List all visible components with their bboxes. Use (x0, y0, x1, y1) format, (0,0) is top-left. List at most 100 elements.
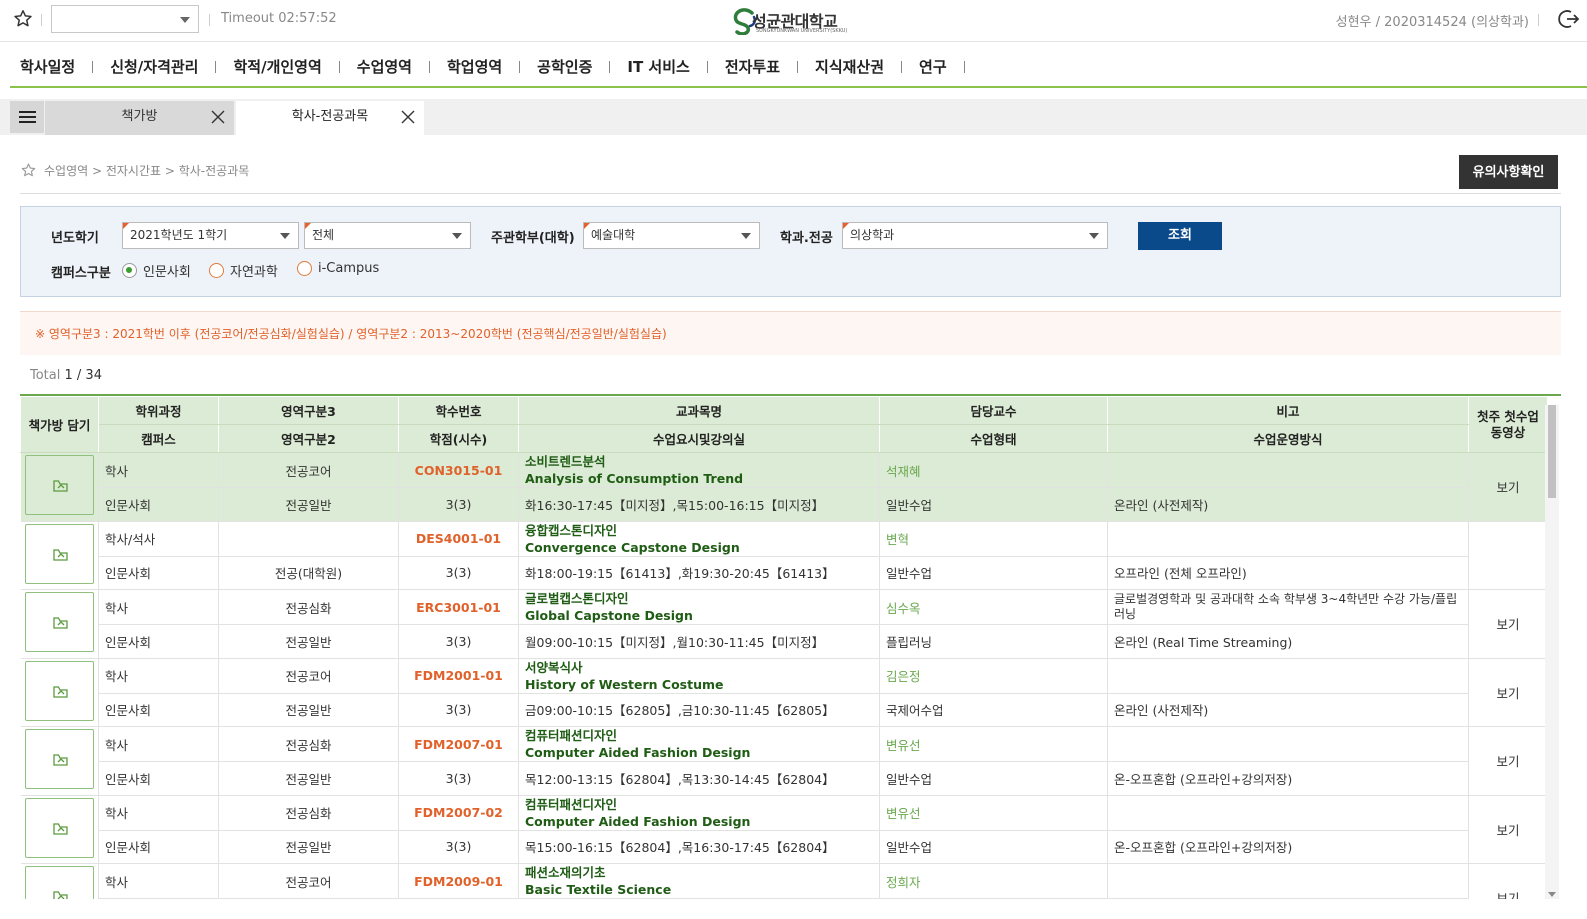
add-to-bookbag-button[interactable] (24, 455, 94, 516)
cell-professor[interactable]: 심수옥 (879, 589, 1108, 625)
cell-operation: 온라인 (Real Time Streaming) (1107, 624, 1469, 659)
cell-campus: 인문사회 (98, 556, 219, 590)
nav-item[interactable]: 전자투표 (725, 42, 815, 92)
cell-campus: 인문사회 (98, 487, 219, 522)
breadcrumb-text: 수업영역 > 전자시간표 > 학사-전공과목 (44, 164, 250, 178)
cell-professor[interactable]: 변혁 (879, 521, 1108, 557)
cell-operation: 온-오프혼합 (오프라인+강의저장) (1107, 761, 1469, 796)
cell-credit: 3(3) (398, 556, 519, 590)
close-icon[interactable] (400, 109, 416, 125)
university-logo[interactable]: 성균관대학교 SUNGKYUNKWAN UNIVERSITY(SKKU) (732, 5, 852, 37)
year-select[interactable]: 2021학년도 1학기 (122, 222, 299, 249)
cell-professor[interactable]: 정희자 (879, 863, 1108, 899)
cell-area3: 전공심화 (218, 589, 399, 625)
add-to-bookbag-button[interactable] (24, 729, 94, 790)
table-row: 학사 전공코어 CON3015-01 소비트렌드분석 Analysis of Consu… (20, 452, 1548, 522)
quick-menu-select[interactable] (51, 5, 199, 33)
table-row: 학사 전공코어 FDM2009-01 패션소재의기초 Basic Textile Sci… (20, 863, 1548, 899)
nav-item[interactable]: 지식재산권 (815, 42, 919, 92)
cell-professor[interactable]: 석재혜 (879, 452, 1108, 488)
add-to-bookbag-button[interactable] (24, 592, 94, 653)
cell-course-name[interactable]: 서양복식사 History of Western Costume (518, 658, 880, 694)
add-to-bookbag-button[interactable] (24, 523, 94, 584)
cell-course-name[interactable]: 패션소재의기초 Basic Textile Science (518, 863, 880, 899)
campus-radio-humanities[interactable]: 인문사회 (122, 261, 191, 280)
nav-item[interactable]: IT 서비스 (627, 42, 724, 92)
cell-time-room: 월09:00-10:15【미지정】,월10:30-11:45【미지정】 (518, 624, 880, 659)
cell-time-room: 목15:00-16:15【62804】,목16:30-17:45【62804】 (518, 830, 880, 864)
add-to-cart-icon (53, 686, 68, 698)
cell-code: ERC3001-01 (398, 589, 519, 625)
cell-course-name[interactable]: 글로벌캡스톤디자인 Global Capstone Design (518, 589, 880, 625)
header-note: 비고 (1107, 396, 1469, 425)
search-button[interactable]: 조회 (1138, 222, 1222, 250)
tab-bookbag[interactable]: 책가방 (45, 101, 234, 135)
college-select[interactable]: 예술대학 (583, 222, 760, 249)
cell-professor[interactable]: 김은정 (879, 658, 1108, 694)
cell-course-name[interactable]: 컴퓨터패션디자인 Computer Aided Fashion Design (518, 795, 880, 831)
video-link[interactable]: 보기 (1468, 795, 1548, 864)
table-row: 학사 전공코어 FDM2001-01 서양복식사 History of Western … (20, 658, 1548, 727)
campus-radio-icampus[interactable]: i-Campus (297, 261, 379, 276)
video-link[interactable]: 보기 (1468, 726, 1548, 796)
video-link[interactable]: 보기 (1468, 589, 1548, 659)
cell-credit: 3(3) (398, 830, 519, 864)
nav-item[interactable]: 수업영역 (357, 42, 447, 92)
table-scrollbar[interactable] (1545, 405, 1559, 899)
table-row: 인문사회 전공일반 3(3) 화16:30-17:45【미지정】,목15:00-16:… (21, 487, 1548, 522)
nav-item[interactable]: 학업영역 (447, 42, 537, 92)
cell-time-room (518, 898, 880, 899)
cell-time-room: 화18:00-19:15【61413】,화19:30-20:45【61413】 (518, 556, 880, 590)
nav-item[interactable]: 학사일정 (20, 42, 110, 92)
add-to-cart-icon (53, 754, 68, 766)
scroll-down-icon[interactable] (1548, 892, 1556, 897)
divider (41, 14, 42, 26)
star-icon[interactable] (20, 162, 37, 179)
cell-course-name[interactable]: 융합캡스톤디자인 Convergence Capstone Design (518, 521, 880, 557)
cell-credit: 3(3) (398, 487, 519, 522)
video-link[interactable] (1468, 521, 1548, 590)
nav-item[interactable]: 신청/자격관리 (110, 42, 233, 92)
radio-checked-icon (122, 263, 137, 278)
hamburger-menu-icon[interactable] (10, 101, 44, 133)
nav-item[interactable]: 연구 (919, 42, 982, 92)
cell-time-room: 금09:00-10:15【62805】,금10:30-11:45【62805】 (518, 693, 880, 727)
table-row: 학사 전공심화 FDM2007-01 컴퓨터패션디자인 Computer Aided F… (20, 726, 1548, 796)
cart-cell (20, 452, 99, 522)
nav-item[interactable]: 공학인증 (537, 42, 627, 92)
cell-credit: 3(3) (398, 693, 519, 727)
video-link[interactable]: 보기 (1468, 863, 1548, 899)
video-link[interactable]: 보기 (1468, 658, 1548, 727)
logout-icon[interactable] (1557, 7, 1581, 31)
cell-credit (398, 898, 519, 899)
header-area2: 영역구분2 (218, 424, 399, 453)
add-to-bookbag-button[interactable] (24, 797, 94, 858)
chevron-down-icon (180, 17, 190, 23)
cell-area3: 전공코어 (218, 452, 399, 488)
cell-professor[interactable]: 변유선 (879, 795, 1108, 831)
video-link[interactable]: 보기 (1468, 452, 1548, 522)
close-icon[interactable] (210, 109, 226, 125)
cell-campus: 인문사회 (98, 693, 219, 727)
cart-cell (20, 521, 99, 590)
type-select[interactable]: 전체 (304, 222, 471, 249)
scrollbar-thumb[interactable] (1548, 405, 1556, 498)
cell-credit: 3(3) (398, 624, 519, 659)
add-to-bookbag-button[interactable] (24, 866, 94, 899)
nav-item[interactable]: 학적/개인영역 (233, 42, 356, 92)
cell-degree: 학사/석사 (98, 521, 219, 557)
notice-button[interactable]: 유의사항확인 (1459, 155, 1558, 189)
radio-icon (297, 261, 312, 276)
cell-professor[interactable]: 변유선 (879, 726, 1108, 762)
tab-major-courses[interactable]: 학사-전공과목 (236, 101, 424, 135)
dept-select[interactable]: 의상학과 (842, 222, 1108, 249)
user-info: 성현우 / 2020314524 (의상학과) (1335, 15, 1529, 30)
campus-radio-science[interactable]: 자연과학 (209, 261, 278, 280)
cell-course-name[interactable]: 소비트렌드분석 Analysis of Consumption Trend (518, 452, 880, 488)
cell-note (1107, 863, 1469, 899)
add-to-bookbag-button[interactable] (24, 660, 94, 721)
cell-degree: 학사 (98, 795, 219, 831)
favorite-star-icon[interactable] (12, 8, 34, 30)
cell-degree: 학사 (98, 726, 219, 762)
cell-course-name[interactable]: 컴퓨터패션디자인 Computer Aided Fashion Design (518, 726, 880, 762)
